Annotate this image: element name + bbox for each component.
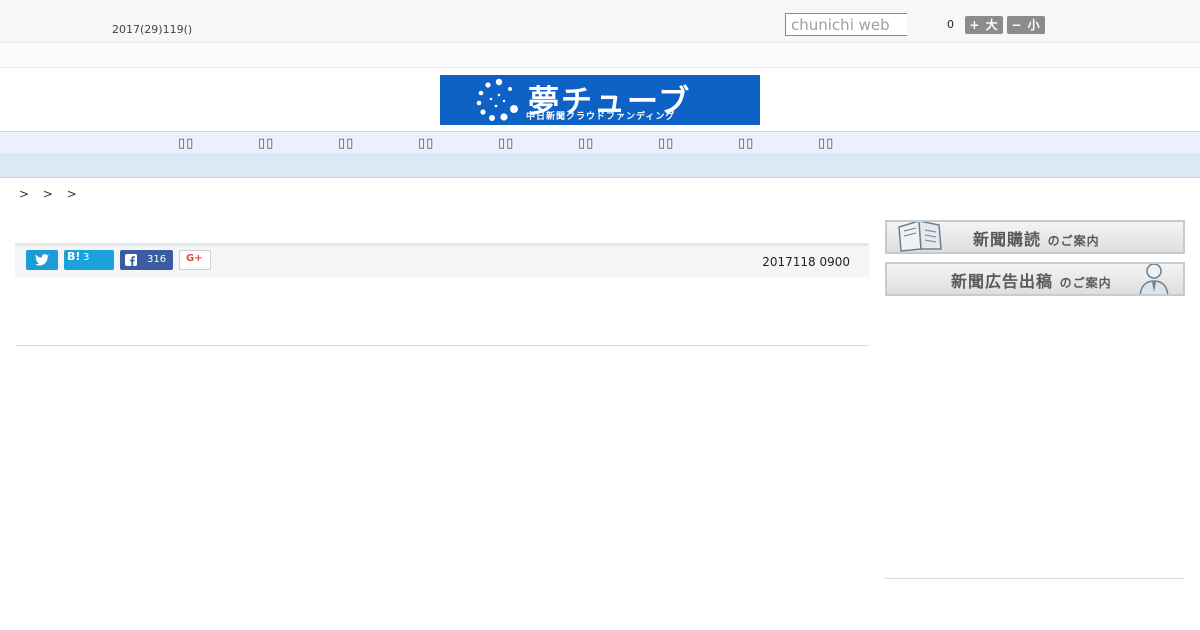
breadcrumb[interactable]: > > > (19, 187, 82, 201)
top-bar: 2017(29)119() 0 + 大 − 小 (0, 0, 1200, 43)
ad-banner-text: 新聞広告出稿 のご案内 (951, 268, 1112, 292)
current-date: 2017(29)119() (112, 23, 193, 36)
nav-item[interactable]: ▯▯ (658, 136, 674, 151)
facebook-icon (125, 254, 137, 266)
google-plus-share-button[interactable]: G+ (179, 250, 211, 270)
nav-item[interactable]: ▯▯ (178, 136, 194, 151)
nav-item[interactable]: ▯▯ (498, 136, 514, 151)
main-nav: ▯▯ ▯▯ ▯▯ ▯▯ ▯▯ ▯▯ ▯▯ ▯▯ ▯▯ (0, 131, 1200, 155)
counter-value: 0 (947, 18, 954, 31)
open-book-icon (898, 222, 942, 252)
nav-item[interactable]: ▯▯ (258, 136, 274, 151)
dots-logo-icon (476, 78, 518, 121)
nav-item[interactable]: ▯▯ (818, 136, 834, 151)
ad-banner-main: 新聞広告出稿 (951, 272, 1054, 291)
sidebar-divider (885, 578, 1185, 579)
twitter-share-button[interactable] (26, 250, 58, 270)
facebook-share-button[interactable]: 316 (120, 250, 173, 270)
hatena-count: 3 (83, 252, 90, 263)
hatena-bookmark-button[interactable]: B! 3 (64, 250, 114, 270)
font-size-increase-button[interactable]: + 大 (965, 16, 1003, 34)
google-plus-icon: G+ (186, 253, 203, 264)
sub-nav-bar (0, 155, 1200, 178)
yume-tube-logo-banner[interactable]: 夢チューブ 中日新聞クラウドファンディング (440, 75, 760, 125)
subscription-banner-small: のご案内 (1047, 234, 1100, 248)
top-sub-bar (0, 44, 1200, 68)
article-divider (15, 345, 869, 346)
share-bar: B! 3 316 G+ 2017118 0900 (15, 243, 869, 277)
font-size-decrease-button[interactable]: − 小 (1007, 16, 1045, 34)
businessman-icon (1139, 264, 1169, 294)
hatena-label: B! (67, 250, 81, 263)
subscription-banner-main: 新聞購読 (973, 230, 1042, 249)
published-date: 2017118 0900 (762, 255, 850, 269)
nav-item[interactable]: ▯▯ (738, 136, 754, 151)
search-input[interactable] (785, 13, 907, 36)
facebook-count: 316 (147, 254, 167, 265)
twitter-icon (35, 254, 49, 266)
logo-subtitle: 中日新聞クラウドファンディング (526, 112, 676, 122)
ad-banner-small: のご案内 (1059, 276, 1112, 290)
subscription-banner-text: 新聞購読 のご案内 (973, 226, 1100, 250)
newspaper-subscription-banner[interactable]: 新聞購読 のご案内 (885, 220, 1185, 254)
nav-item[interactable]: ▯▯ (578, 136, 594, 151)
newspaper-ad-banner[interactable]: 新聞広告出稿 のご案内 (885, 262, 1185, 296)
nav-item[interactable]: ▯▯ (418, 136, 434, 151)
nav-item[interactable]: ▯▯ (338, 136, 354, 151)
